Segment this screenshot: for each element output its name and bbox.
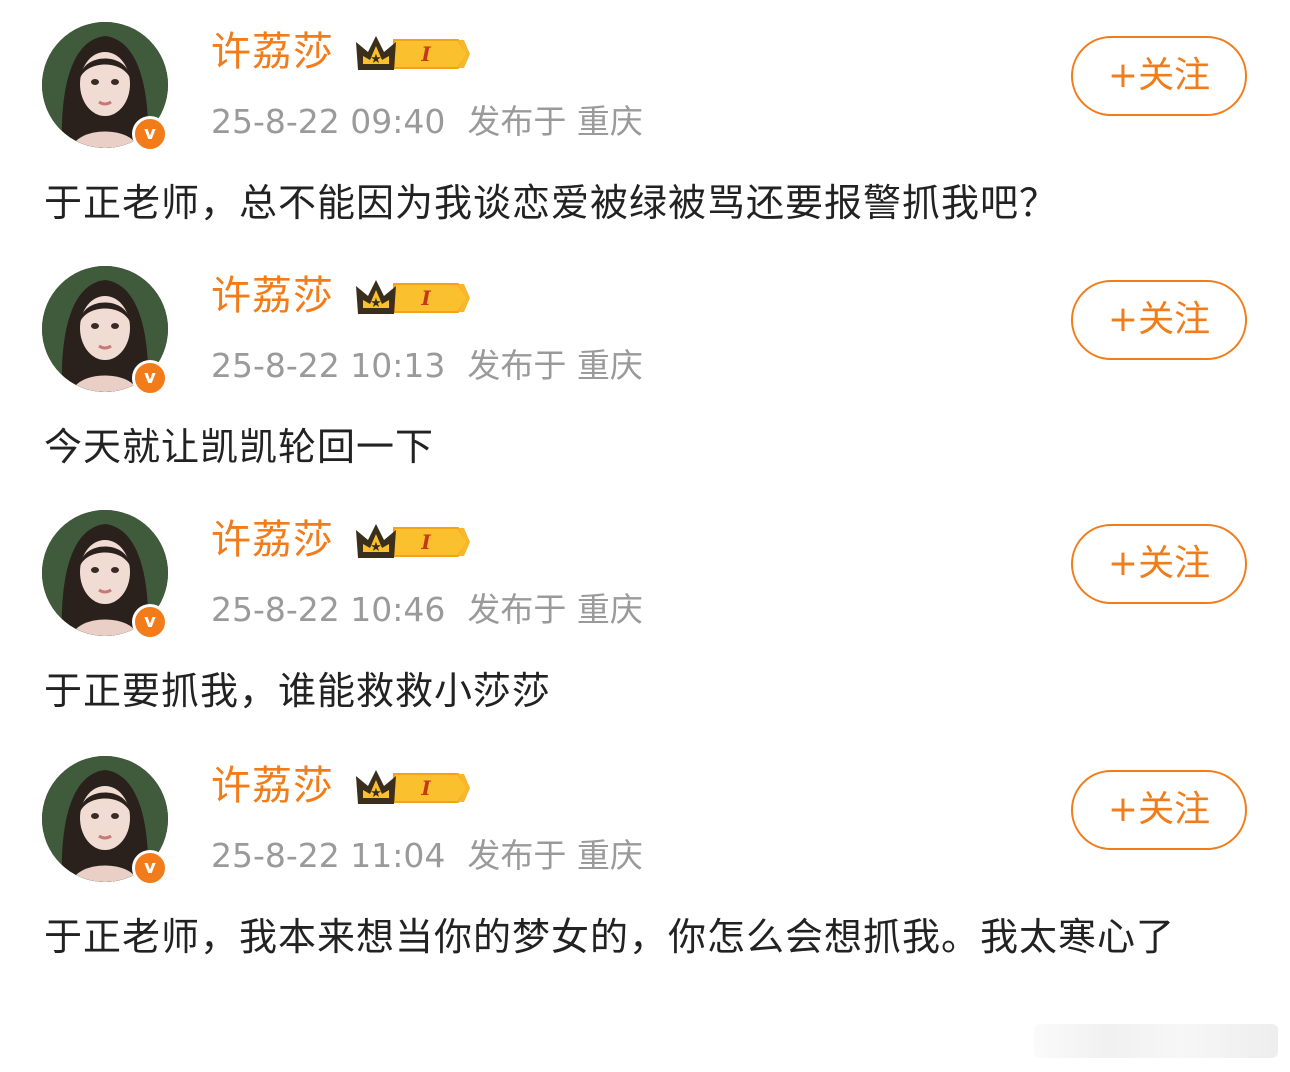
watermark — [1034, 1024, 1278, 1058]
post-location: 发布于 重庆 — [467, 590, 643, 629]
weibo-post-feed: v 许荔莎 ★ I 25-8-22 09:40 发布于 重庆 +关注 于正老师，总… — [0, 0, 1290, 1072]
post-timestamp: 25-8-22 11:04 — [211, 836, 446, 875]
svg-text:★: ★ — [370, 296, 382, 311]
post-location: 发布于 重庆 — [467, 346, 643, 385]
post-location: 发布于 重庆 — [467, 102, 643, 141]
crown-level-badge-icon: ★ I — [354, 520, 470, 564]
svg-text:★: ★ — [370, 786, 382, 801]
verified-badge-icon: v — [132, 116, 168, 152]
level-number: I — [420, 530, 431, 554]
post-meta: 25-8-22 11:04 发布于 重庆 — [211, 836, 643, 876]
post-text: 今天就让凯凯轮回一下 — [44, 425, 435, 469]
post-timestamp: 25-8-22 10:46 — [211, 590, 446, 629]
crown-level-badge-icon: ★ I — [354, 766, 470, 810]
svg-text:★: ★ — [370, 540, 382, 555]
username[interactable]: 许荔莎 — [211, 762, 334, 810]
level-number: I — [420, 42, 431, 66]
crown-level-badge-icon: ★ I — [354, 32, 470, 76]
post-meta: 25-8-22 10:46 发布于 重庆 — [211, 590, 643, 630]
username[interactable]: 许荔莎 — [211, 516, 334, 564]
post-meta: 25-8-22 09:40 发布于 重庆 — [211, 102, 643, 142]
svg-text:★: ★ — [370, 52, 382, 67]
post-meta: 25-8-22 10:13 发布于 重庆 — [211, 346, 643, 386]
post-timestamp: 25-8-22 09:40 — [211, 102, 446, 141]
post-location: 发布于 重庆 — [467, 836, 643, 875]
post-text: 于正老师，我本来想当你的梦女的，你怎么会想抓我。我太寒心了 — [44, 915, 1176, 959]
verified-badge-icon: v — [132, 360, 168, 396]
post-text: 于正要抓我，谁能救救小莎莎 — [44, 669, 552, 713]
level-number: I — [420, 286, 431, 310]
follow-button[interactable]: +关注 — [1071, 36, 1247, 116]
follow-button[interactable]: +关注 — [1071, 524, 1247, 604]
username[interactable]: 许荔莎 — [211, 28, 334, 76]
level-number: I — [420, 776, 431, 800]
username[interactable]: 许荔莎 — [211, 272, 334, 320]
post-timestamp: 25-8-22 10:13 — [211, 346, 446, 385]
verified-badge-icon: v — [132, 850, 168, 886]
follow-button[interactable]: +关注 — [1071, 280, 1247, 360]
verified-badge-icon: v — [132, 604, 168, 640]
post-text: 于正老师，总不能因为我谈恋爱被绿被骂还要报警抓我吧？ — [44, 181, 1059, 225]
crown-level-badge-icon: ★ I — [354, 276, 470, 320]
follow-button[interactable]: +关注 — [1071, 770, 1247, 850]
